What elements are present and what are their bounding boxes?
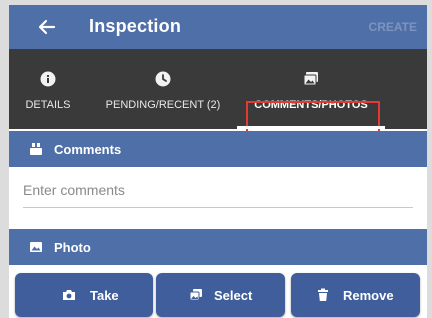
tab-pending-recent[interactable]: PENDING/RECENT (2) [93, 49, 233, 129]
active-tab-indicator [237, 126, 385, 129]
tab-bar: DETAILS PENDING/RECENT (2) COMMENTS/PHOT… [9, 49, 427, 161]
arrow-left-icon[interactable] [37, 17, 57, 37]
photo-icon [30, 242, 42, 252]
tab-details[interactable]: DETAILS [19, 49, 77, 129]
camera-icon [63, 290, 75, 300]
select-button-label: Select [214, 288, 253, 303]
page-title: Inspection [89, 16, 182, 36]
comments-section-header: Comments [9, 131, 427, 167]
select-photo-button[interactable]: Select [156, 273, 285, 317]
photos-icon [303, 72, 318, 86]
app-bar: Inspection CREATE [9, 5, 427, 49]
clock-icon [155, 71, 171, 87]
remove-button-label: Remove [343, 288, 394, 303]
remove-photo-button[interactable]: Remove [291, 273, 420, 317]
comments-input[interactable] [23, 173, 413, 208]
photo-section-title: Photo [54, 240, 91, 255]
photo-library-icon [189, 289, 202, 301]
create-button[interactable]: CREATE [369, 20, 417, 34]
photo-section-header: Photo [9, 229, 427, 265]
app-frame: Inspection CREATE DETAILS PENDING/RECENT… [9, 5, 427, 318]
take-photo-button[interactable]: Take [15, 273, 153, 317]
info-icon [40, 71, 56, 87]
comments-section-title: Comments [54, 142, 122, 157]
trash-icon [318, 288, 328, 301]
take-button-label: Take [90, 288, 119, 303]
tab-pending-recent-label: PENDING/RECENT (2) [105, 99, 221, 111]
tab-details-label: DETAILS [25, 99, 71, 111]
comments-icon [30, 143, 42, 155]
